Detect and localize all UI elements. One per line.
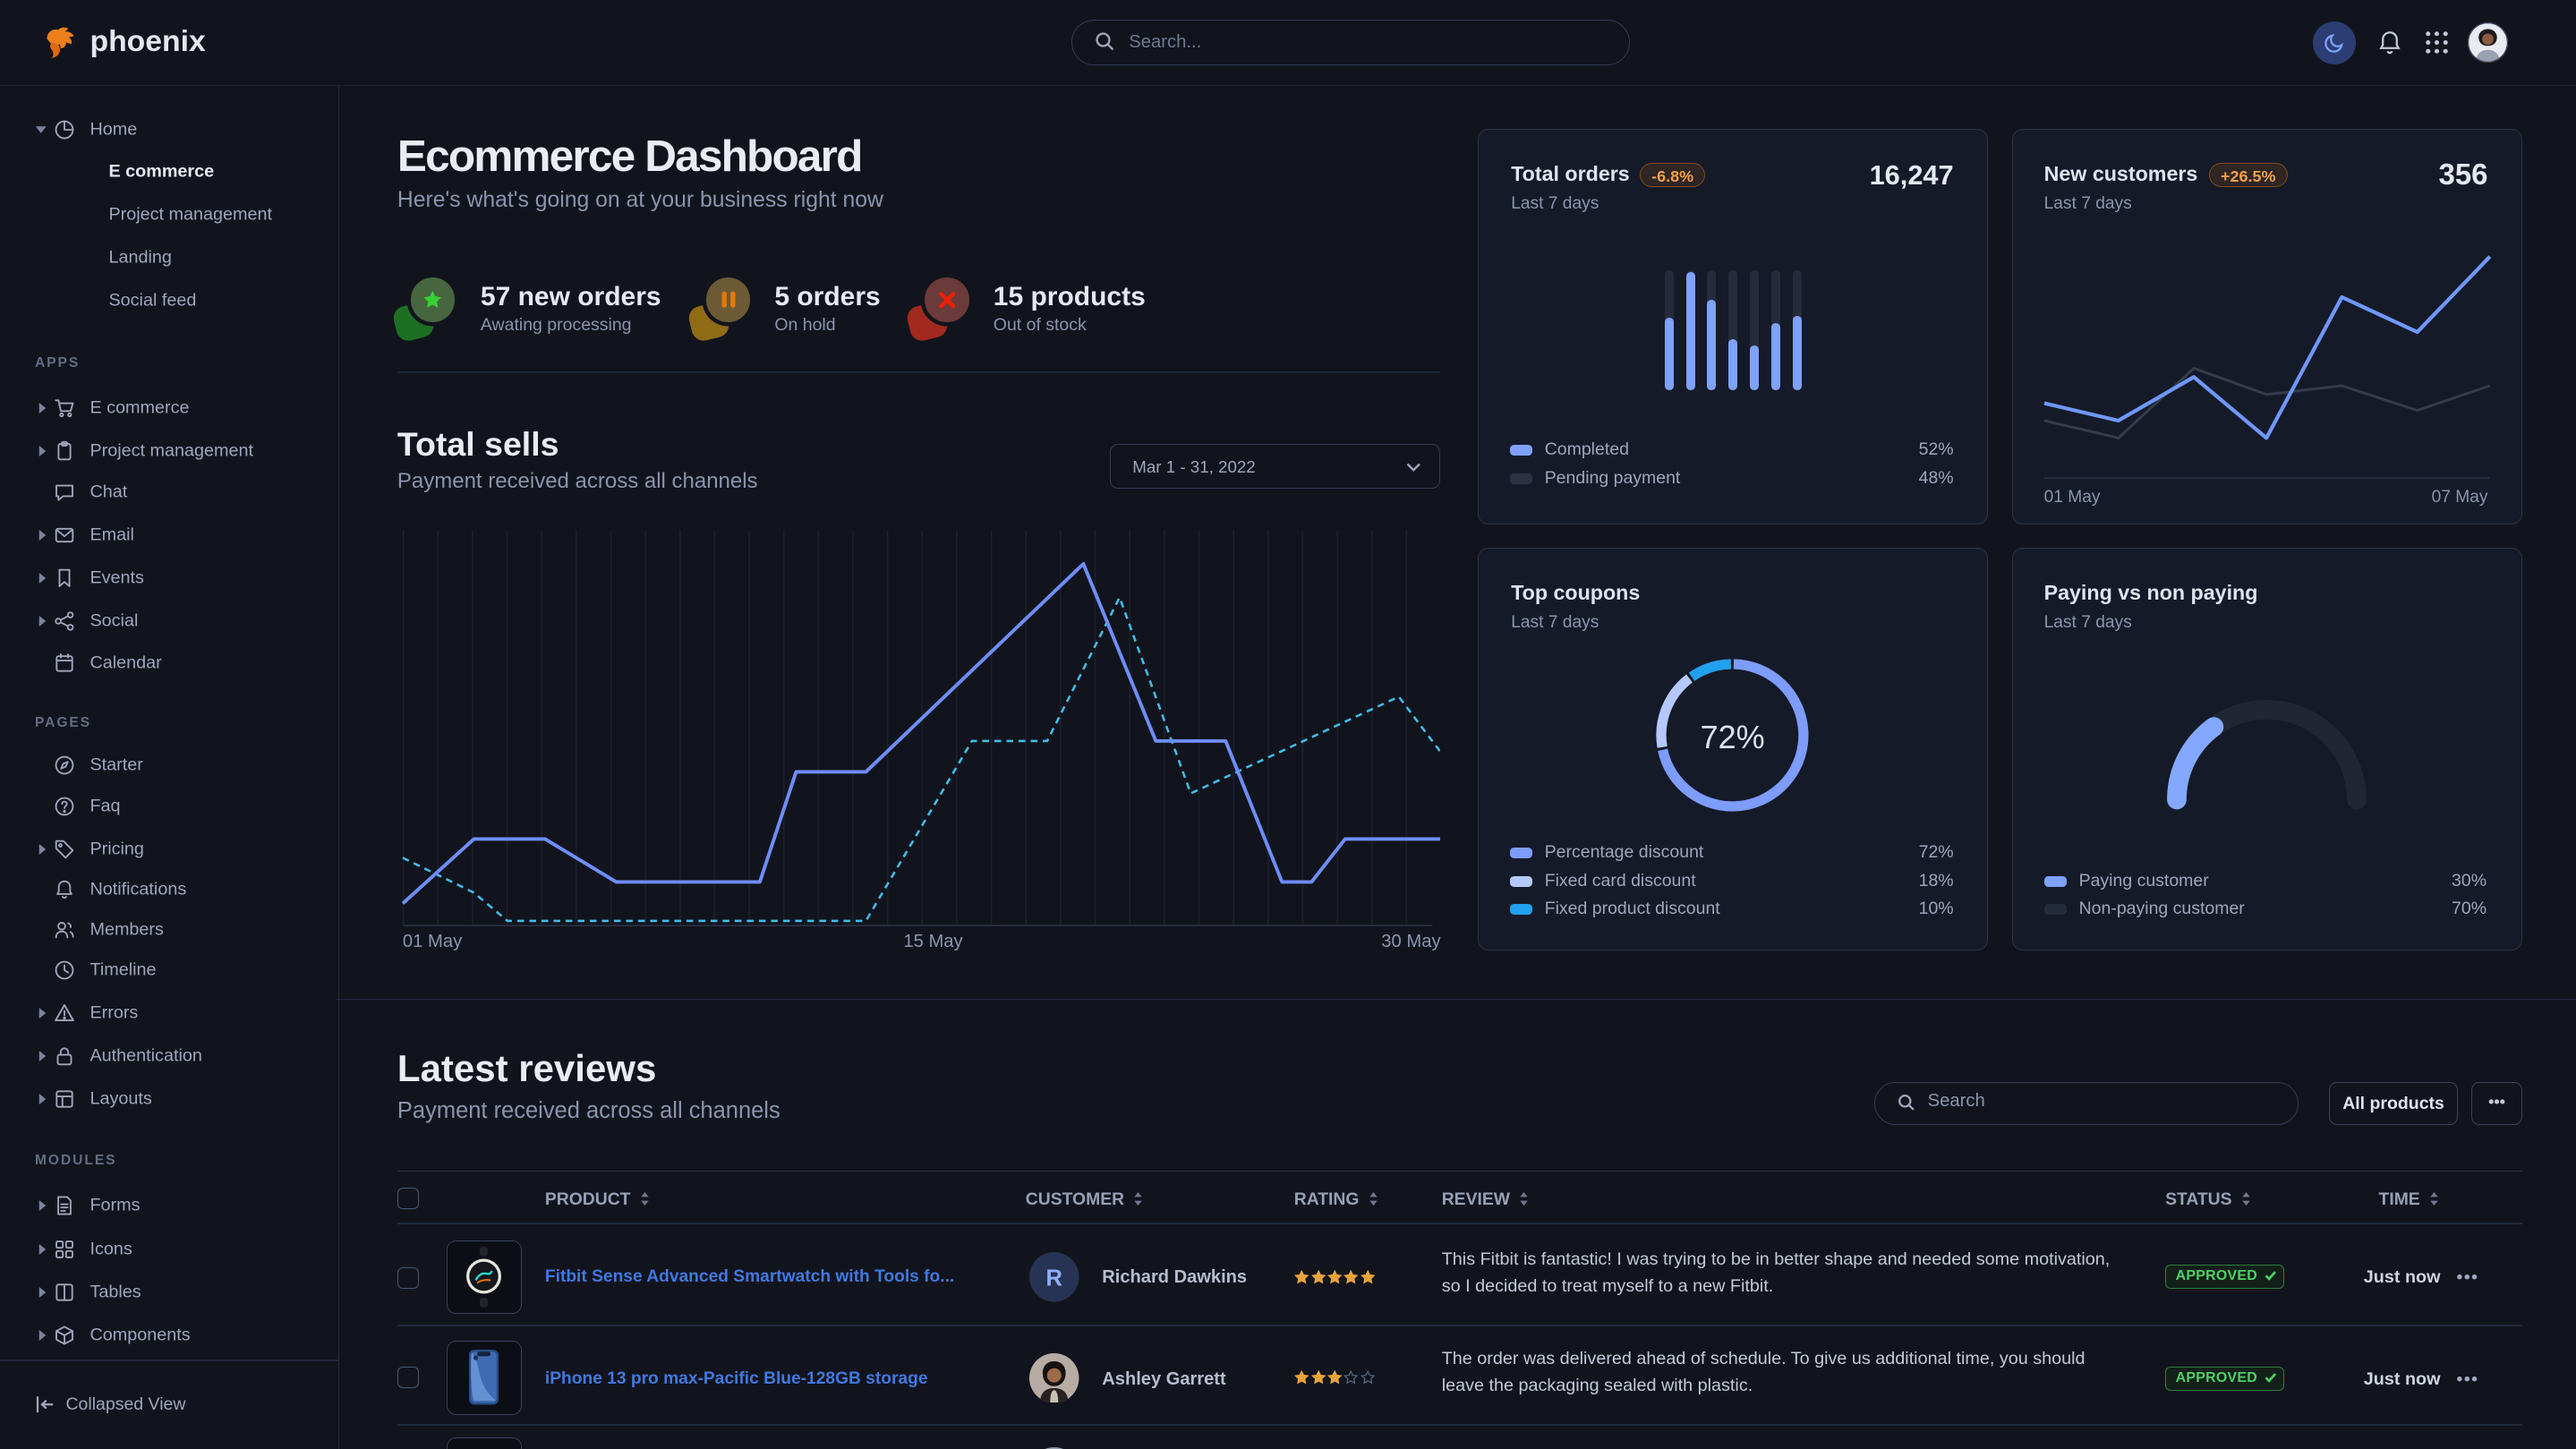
svg-text:R: R — [1046, 1266, 1062, 1291]
